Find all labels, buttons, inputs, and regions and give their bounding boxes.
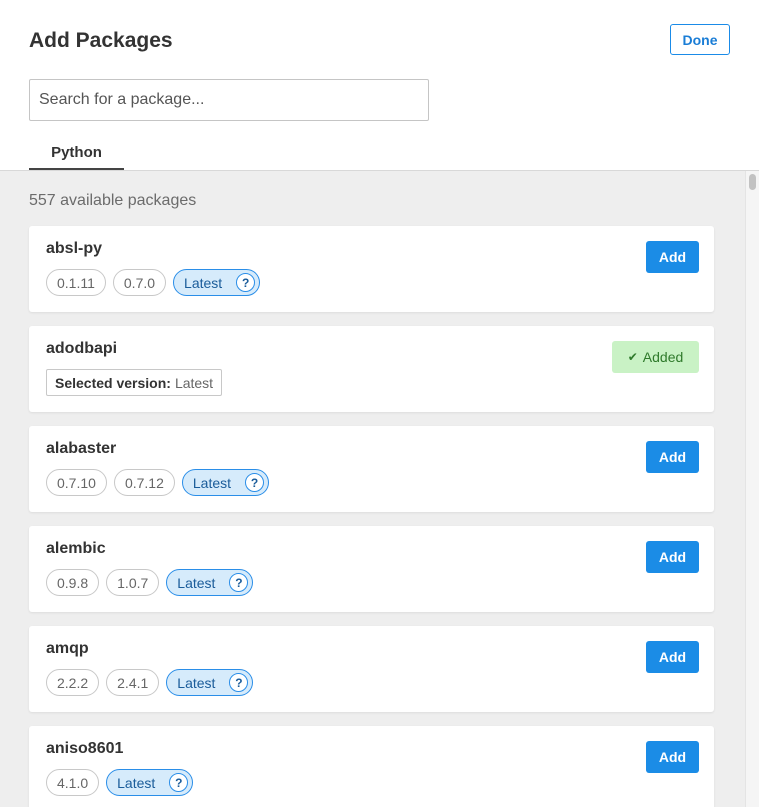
version-list: 0.7.10 0.7.12 Latest ? <box>46 469 270 496</box>
version-pill[interactable]: 0.7.12 <box>113 469 175 496</box>
selected-version-value: Latest <box>174 374 214 391</box>
package-card-aniso8601: aniso8601 4.1.0 Latest ? Add <box>29 726 714 807</box>
package-card-amqp: amqp 2.2.2 2.4.1 Latest ? Add <box>29 626 714 712</box>
added-badge: ✔ Added <box>612 341 699 373</box>
package-list: 557 available packages absl-py 0.1.11 0.… <box>0 171 745 807</box>
version-pill-latest[interactable]: Latest ? <box>106 769 194 796</box>
add-button[interactable]: Add <box>646 441 699 473</box>
selected-version: Selected version: Latest <box>46 369 223 396</box>
latest-label: Latest <box>177 574 216 591</box>
tab-python[interactable]: Python <box>29 143 124 171</box>
add-button[interactable]: Add <box>646 741 699 773</box>
version-pill[interactable]: 0.9.8 <box>46 569 100 596</box>
help-icon[interactable]: ? <box>229 673 249 692</box>
help-icon[interactable]: ? <box>169 773 189 792</box>
dialog-title: Add Packages <box>29 29 173 52</box>
scrollbar-thumb[interactable] <box>749 174 756 190</box>
package-card-alembic: alembic 0.9.8 1.0.7 Latest ? Add <box>29 526 714 612</box>
latest-label: Latest <box>117 774 156 791</box>
latest-label: Latest <box>184 274 223 291</box>
version-pill[interactable]: 0.1.11 <box>46 269 106 296</box>
scrollbar[interactable] <box>745 171 759 807</box>
available-count: 557 available packages <box>29 192 197 209</box>
version-list: 0.1.11 0.7.0 Latest ? <box>46 269 261 296</box>
version-pill-latest[interactable]: Latest ? <box>173 269 261 296</box>
version-pill[interactable]: 0.7.10 <box>46 469 107 496</box>
package-name: amqp <box>46 640 89 657</box>
added-label: Added <box>642 349 684 365</box>
version-pill-latest[interactable]: Latest ? <box>166 669 254 696</box>
version-pill[interactable]: 1.0.7 <box>106 569 160 596</box>
done-button[interactable]: Done <box>670 24 730 55</box>
latest-label: Latest <box>177 674 216 691</box>
version-pill-latest[interactable]: Latest ? <box>181 469 270 496</box>
help-icon[interactable]: ? <box>229 573 249 592</box>
version-pill-latest[interactable]: Latest ? <box>166 569 254 596</box>
add-button[interactable]: Add <box>646 241 699 273</box>
package-name: absl-py <box>46 240 103 257</box>
version-pill[interactable]: 0.7.0 <box>112 269 167 296</box>
help-icon[interactable]: ? <box>245 473 265 492</box>
selected-version-label: Selected version: <box>55 374 171 391</box>
check-icon: ✔ <box>627 350 638 364</box>
search-input[interactable] <box>29 79 429 121</box>
package-card-alabaster: alabaster 0.7.10 0.7.12 Latest ? Add <box>29 426 714 512</box>
version-list: 0.9.8 1.0.7 Latest ? <box>46 569 254 596</box>
package-name: adodbapi <box>46 340 118 357</box>
package-name: alembic <box>46 540 106 557</box>
package-card-absl-py: absl-py 0.1.11 0.7.0 Latest ? Add <box>29 226 714 312</box>
help-icon[interactable]: ? <box>236 273 256 292</box>
package-name: alabaster <box>46 440 117 457</box>
version-pill[interactable]: 2.2.2 <box>46 669 100 696</box>
add-button[interactable]: Add <box>646 641 699 673</box>
add-button[interactable]: Add <box>646 541 699 573</box>
version-list: 2.2.2 2.4.1 Latest ? <box>46 669 254 696</box>
latest-label: Latest <box>192 474 232 491</box>
package-name: aniso8601 <box>46 740 124 757</box>
version-list: 4.1.0 Latest ? <box>46 769 194 796</box>
add-packages-dialog: Add Packages Done Python 557 available p… <box>0 0 759 807</box>
version-pill[interactable]: 4.1.0 <box>46 769 100 796</box>
package-card-adodbapi: adodbapi Selected version: Latest ✔ Adde… <box>29 326 714 412</box>
dialog-header: Add Packages Done Python <box>0 0 759 171</box>
version-pill[interactable]: 2.4.1 <box>106 669 160 696</box>
